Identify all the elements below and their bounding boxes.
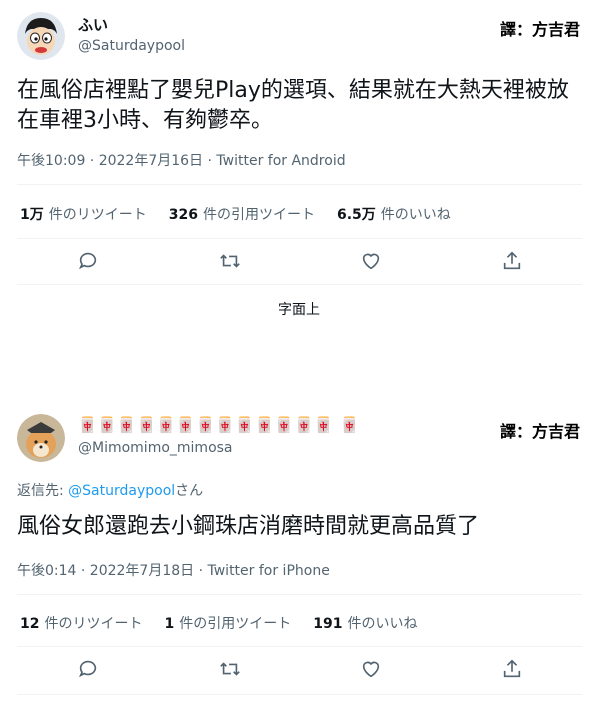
translator-credit: 譯：方吉君 bbox=[499, 422, 580, 441]
divider bbox=[17, 646, 582, 647]
reply-context: 返信先: @Saturdaypoolさん bbox=[17, 480, 203, 500]
tweet-timestamp[interactable]: 午後10:09 · 2022年7月16日 · Twitter for Andro… bbox=[17, 150, 346, 170]
display-name[interactable]: ふい bbox=[78, 14, 108, 35]
tweet-stats: 12 件のリツイート 1 件の引用ツイート 191 件のいいね bbox=[20, 613, 417, 633]
quote-count[interactable]: 326 件の引用ツイート bbox=[169, 204, 315, 224]
tweet-text: 在風俗店裡點了嬰兒Play的選項、結果就在大熱天裡被放在車裡3小時、有夠鬱卒。 bbox=[17, 78, 569, 133]
share-icon[interactable] bbox=[499, 248, 525, 274]
retweet-icon[interactable] bbox=[217, 248, 243, 274]
avatar[interactable] bbox=[17, 12, 65, 60]
user-handle[interactable]: @Saturdaypool bbox=[78, 38, 185, 54]
display-name[interactable]: 🀄🀄🀄🀄🀄🀄🀄🀄🀄🀄🀄🀄🀄 🀄 bbox=[78, 416, 360, 434]
like-count[interactable]: 6.5万 件のいいね bbox=[337, 204, 451, 224]
user-handle[interactable]: @Mimomimo_mimosa bbox=[78, 440, 233, 456]
share-icon[interactable] bbox=[499, 656, 525, 682]
avatar[interactable] bbox=[17, 414, 65, 462]
divider bbox=[17, 184, 582, 185]
like-count[interactable]: 191 件のいいね bbox=[313, 613, 417, 633]
divider bbox=[17, 238, 582, 239]
divider bbox=[17, 594, 582, 595]
reply-to-link[interactable]: @Saturdaypool bbox=[68, 483, 175, 499]
like-icon[interactable] bbox=[358, 248, 384, 274]
divider bbox=[17, 694, 582, 695]
reply-icon[interactable] bbox=[75, 248, 101, 274]
reply-suffix: さん bbox=[175, 483, 204, 499]
caption-text: 字面上 bbox=[278, 302, 320, 318]
divider bbox=[17, 284, 582, 285]
reply-icon[interactable] bbox=[75, 656, 101, 682]
retweet-icon[interactable] bbox=[217, 656, 243, 682]
like-icon[interactable] bbox=[358, 656, 384, 682]
retweet-count[interactable]: 12 件のリツイート bbox=[20, 613, 142, 633]
translator-credit: 譯：方吉君 bbox=[499, 20, 580, 39]
tweet-actions bbox=[0, 248, 598, 274]
reply-prefix: 返信先: bbox=[17, 483, 69, 499]
tweet-text: 風俗女郎還跑去小鋼珠店消磨時間就更高品質了 bbox=[17, 514, 480, 539]
retweet-count[interactable]: 1万 件のリツイート bbox=[20, 204, 147, 224]
tweet-actions bbox=[0, 656, 598, 682]
quote-count[interactable]: 1 件の引用ツイート bbox=[164, 613, 291, 633]
tweet-timestamp[interactable]: 午後0:14 · 2022年7月18日 · Twitter for iPhone bbox=[17, 560, 330, 580]
tweet-stats: 1万 件のリツイート 326 件の引用ツイート 6.5万 件のいいね bbox=[20, 204, 451, 224]
